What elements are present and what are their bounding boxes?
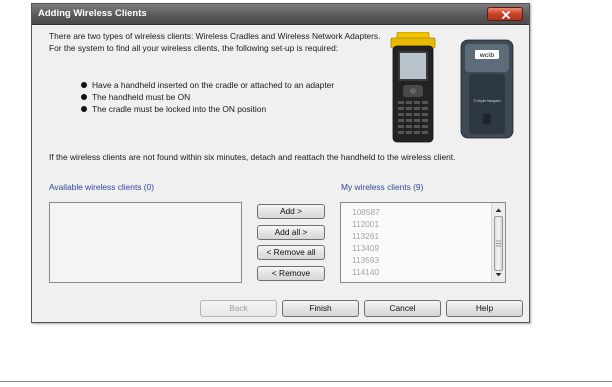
list-item[interactable]: 108587 — [352, 206, 380, 218]
bullet-icon — [81, 94, 87, 100]
timeout-note: If the wireless clients are not found wi… — [49, 152, 456, 162]
available-clients-label: Available wireless clients (0) — [49, 182, 155, 192]
close-button[interactable] — [487, 7, 523, 21]
requirement-text: Have a handheld inserted on the cradle o… — [92, 80, 335, 90]
add-all-button-label: Add all > — [274, 227, 308, 237]
list-item[interactable]: 113409 — [352, 242, 380, 254]
list-item[interactable]: 113593 — [352, 254, 380, 266]
my-clients-scrollbar[interactable] — [491, 203, 505, 282]
close-icon — [502, 11, 510, 19]
available-clients-list[interactable] — [49, 202, 242, 283]
remove-all-button-label: < Remove all — [266, 247, 316, 257]
list-item[interactable]: 114140 — [352, 266, 380, 278]
page-divider — [0, 381, 612, 382]
wireless-devices-illustration: wcib TI-Nspire Navigator — [390, 32, 514, 143]
remove-button[interactable]: < Remove — [257, 266, 325, 281]
add-all-button[interactable]: Add all > — [257, 225, 325, 240]
scroll-down-arrow-icon[interactable] — [495, 271, 502, 278]
help-button[interactable]: Help — [446, 300, 523, 317]
finish-button[interactable]: Finish — [282, 300, 359, 317]
grip-icon — [496, 240, 501, 247]
remove-button-label: < Remove — [271, 268, 311, 278]
finish-button-label: Finish — [309, 303, 332, 313]
wireless-cradle-image — [390, 32, 436, 143]
requirement-text: The cradle must be locked into the ON po… — [92, 104, 267, 114]
requirement-item: The handheld must be ON — [78, 91, 334, 103]
adapter-label: TI-Nspire Navigator — [473, 99, 502, 103]
title-bar[interactable]: Adding Wireless Clients — [32, 4, 529, 25]
requirement-text: The handheld must be ON — [92, 92, 191, 102]
remove-all-button[interactable]: < Remove all — [257, 245, 325, 260]
cancel-button-label: Cancel — [389, 303, 416, 313]
requirement-item: The cradle must be locked into the ON po… — [78, 103, 334, 115]
requirement-item: Have a handheld inserted on the cradle o… — [78, 79, 334, 91]
back-button[interactable]: Back — [200, 300, 277, 317]
intro-text: There are two types of wireless clients:… — [49, 31, 381, 53]
add-button[interactable]: Add > — [257, 204, 325, 219]
scroll-up-arrow-icon[interactable] — [495, 207, 502, 214]
add-button-label: Add > — [279, 206, 303, 216]
help-button-label: Help — [475, 303, 494, 313]
bullet-icon — [81, 106, 87, 112]
my-clients-label: My wireless clients (9) — [341, 182, 424, 192]
adding-wireless-clients-dialog: Adding Wireless Clients There are two ty… — [31, 3, 530, 323]
scrollbar-thumb[interactable] — [494, 216, 503, 271]
cancel-button[interactable]: Cancel — [364, 300, 441, 317]
back-button-label: Back — [229, 303, 248, 313]
my-clients-list[interactable]: 108587 112001 113261 113409 113593 11414… — [340, 202, 506, 283]
adapter-logo-text: wcib — [479, 52, 494, 59]
wireless-adapter-image: wcib TI-Nspire Navigator — [460, 39, 514, 139]
dialog-title: Adding Wireless Clients — [38, 8, 147, 19]
list-item[interactable]: 112001 — [352, 218, 380, 230]
bullet-icon — [81, 82, 87, 88]
requirements-list: Have a handheld inserted on the cradle o… — [78, 79, 334, 115]
list-item[interactable]: 113261 — [352, 230, 380, 242]
my-clients-items: 108587 112001 113261 113409 113593 11414… — [352, 206, 380, 278]
